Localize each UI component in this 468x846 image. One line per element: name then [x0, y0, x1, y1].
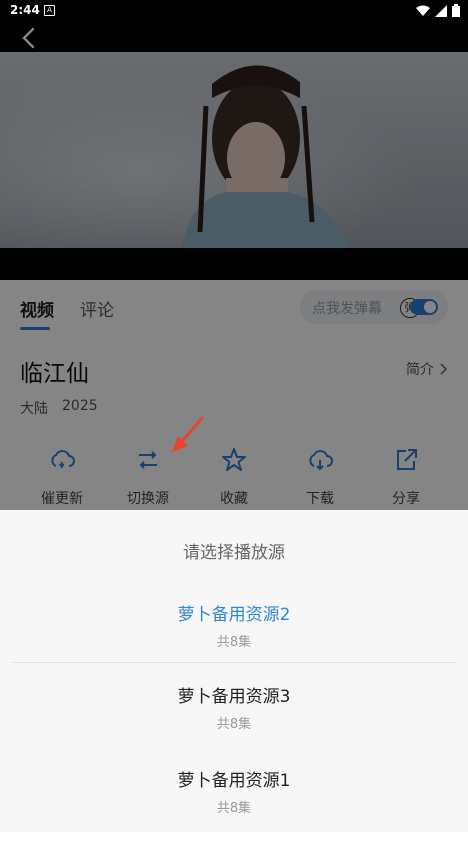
source-episode-count: 共8集: [216, 717, 252, 732]
system-icons: [416, 4, 460, 17]
battery-icon: [452, 4, 460, 17]
red-pointer-arrow-icon: [172, 416, 204, 452]
source-episode-count: 共8集: [216, 801, 252, 816]
sheet-title: 请选择播放源: [183, 543, 285, 563]
status-bar: 2:44 A: [0, 0, 468, 22]
sheet-divider: [12, 662, 456, 663]
source-option[interactable]: 萝卜备用资源3 共8集: [0, 682, 468, 762]
wifi-icon: [416, 5, 430, 16]
source-name: 萝卜备用资源1: [177, 771, 291, 791]
source-name: 萝卜备用资源2: [177, 605, 291, 625]
source-option[interactable]: 萝卜备用资源2 共8集: [0, 600, 468, 680]
source-name: 萝卜备用资源3: [177, 687, 291, 707]
status-time: 2:44: [10, 3, 40, 17]
signal-icon: [435, 4, 447, 17]
source-option[interactable]: 萝卜备用资源1 共8集: [0, 766, 468, 846]
modal-overlay[interactable]: [0, 22, 468, 510]
notification-a-icon: A: [44, 5, 55, 16]
source-episode-count: 共8集: [216, 635, 252, 650]
source-picker-sheet: 请选择播放源 萝卜备用资源2 共8集 萝卜备用资源3 共8集 萝卜备用资源1 共…: [0, 510, 468, 832]
